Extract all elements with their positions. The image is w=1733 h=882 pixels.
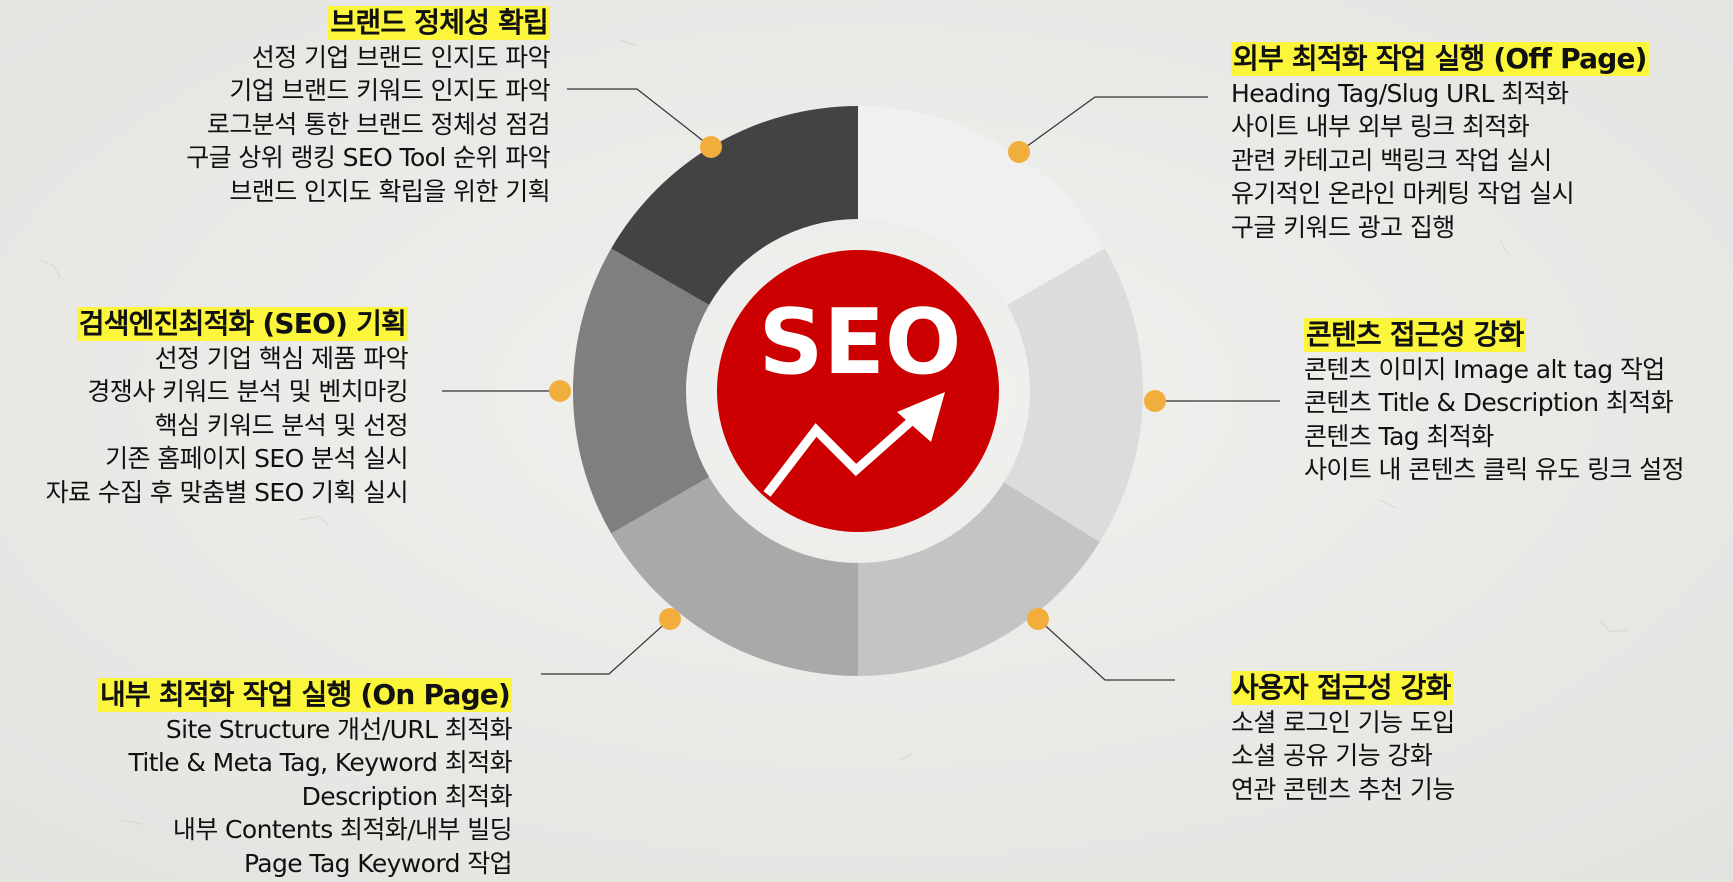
item-list: 선정 기업 브랜드 인지도 파악기업 브랜드 키워드 인지도 파악로그분석 통한… (186, 41, 550, 209)
item-list: Heading Tag/Slug URL 최적화사이트 내부 외부 링크 최적화… (1231, 77, 1649, 245)
list-item: 콘텐츠 Tag 최적화 (1304, 421, 1494, 451)
list-item: 선정 기업 핵심 제품 파악 (154, 343, 409, 373)
list-item: 사이트 내 콘텐츠 클릭 유도 링크 설정 (1304, 455, 1685, 484)
list-item: 콘텐츠 이미지 Image alt tag 작업 (1304, 354, 1665, 384)
list-item: 소셜 로그인 기능 도입 (1231, 707, 1455, 737)
list-item: 연관 콘텐츠 추천 기능 (1231, 774, 1455, 804)
list-item: 구글 상위 랭킹 SEO Tool 순위 파악 (186, 143, 550, 172)
list-item: 구글 키워드 광고 집행 (1231, 212, 1455, 242)
list-item: Heading Tag/Slug URL 최적화 (1231, 78, 1569, 108)
marker-dot-seo-plan (549, 380, 571, 402)
list-item: Page Tag Keyword 작업 (243, 848, 513, 878)
marker-dot-on-page (659, 608, 681, 630)
connector-user (1037, 618, 1175, 681)
section-user: 사용자 접근성 강화 소셜 로그인 기능 도입소셜 공유 기능 강화연관 콘텐츠… (1231, 671, 1455, 806)
seo-center-label: SEO (759, 290, 962, 395)
connector-on-page (541, 618, 671, 675)
item-list: Site Structure 개선/URL 최적화 Title & Meta Ta… (98, 713, 512, 881)
marker-dot-content (1144, 390, 1166, 412)
section-title: 콘텐츠 접근성 강화 (1304, 318, 1526, 352)
list-item: Description 최적화 (301, 781, 513, 811)
section-off-page: 외부 최적화 작업 실행 (Off Page) Heading Tag/Slug… (1231, 42, 1649, 244)
list-item: 내부 Contents 최적화/내부 빌딩 (172, 815, 513, 844)
connector-brand (567, 88, 712, 148)
list-item: 사이트 내부 외부 링크 최적화 (1231, 112, 1530, 141)
section-brand: 브랜드 정체성 확립 선정 기업 브랜드 인지도 파악기업 브랜드 키워드 인지… (186, 6, 551, 209)
marker-dot-brand (700, 136, 722, 158)
section-title: 외부 최적화 작업 실행 (Off Page) (1231, 42, 1649, 76)
list-item: 경쟁사 키워드 분석 및 벤치마킹 (87, 377, 408, 406)
section-on-page: 내부 최적화 작업 실행 (On Page) Site Structure 개선… (97, 678, 513, 881)
connector-off-page (1018, 96, 1208, 153)
item-list: 콘텐츠 이미지 Image alt tag 작업콘텐츠 Title & Desc… (1304, 353, 1685, 487)
marker-dot-user (1027, 608, 1049, 630)
list-item: 기업 브랜드 키워드 인지도 파악 (229, 76, 550, 105)
list-item: 관련 카테고리 백링크 작업 실시 (1231, 145, 1552, 175)
item-list: 선정 기업 핵심 제품 파악경쟁사 키워드 분석 및 벤치마킹핵심 키워드 분석… (45, 342, 409, 510)
list-item: 소셜 공유 기능 강화 (1231, 741, 1433, 770)
list-item: 선정 기업 브랜드 인지도 파악 (251, 42, 551, 72)
list-item: Title & Meta Tag, Keyword 최적화 (128, 748, 512, 777)
list-item: 자료 수집 후 맞춤별 SEO 기획 실시 (45, 477, 409, 507)
section-title: 검색엔진최적화 (SEO) 기획 (76, 307, 408, 341)
item-list: 소셜 로그인 기능 도입소셜 공유 기능 강화연관 콘텐츠 추천 기능 (1231, 706, 1455, 807)
section-title: 사용자 접근성 강화 (1231, 671, 1453, 705)
marker-dot-off-page (1008, 141, 1030, 163)
list-item: Site Structure 개선/URL 최적화 (165, 714, 513, 744)
list-item: 기존 홈페이지 SEO 분석 실시 (105, 444, 409, 473)
list-item: 로그분석 통한 브랜드 정체성 점검 (207, 109, 551, 139)
section-title: 내부 최적화 작업 실행 (On Page) (97, 678, 512, 712)
section-content: 콘텐츠 접근성 강화 콘텐츠 이미지 Image alt tag 작업콘텐츠 T… (1304, 318, 1685, 487)
section-title: 브랜드 정체성 확립 (328, 6, 550, 40)
list-item: 핵심 키워드 분석 및 선정 (154, 410, 409, 440)
list-item: 유기적인 온라인 마케팅 작업 실시 (1231, 179, 1575, 208)
section-seo-plan: 검색엔진최적화 (SEO) 기획 선정 기업 핵심 제품 파악경쟁사 키워드 분… (45, 307, 409, 510)
list-item: 브랜드 인지도 확립을 위한 기획 (229, 176, 550, 206)
list-item: 콘텐츠 Title & Description 최적화 (1304, 388, 1674, 417)
